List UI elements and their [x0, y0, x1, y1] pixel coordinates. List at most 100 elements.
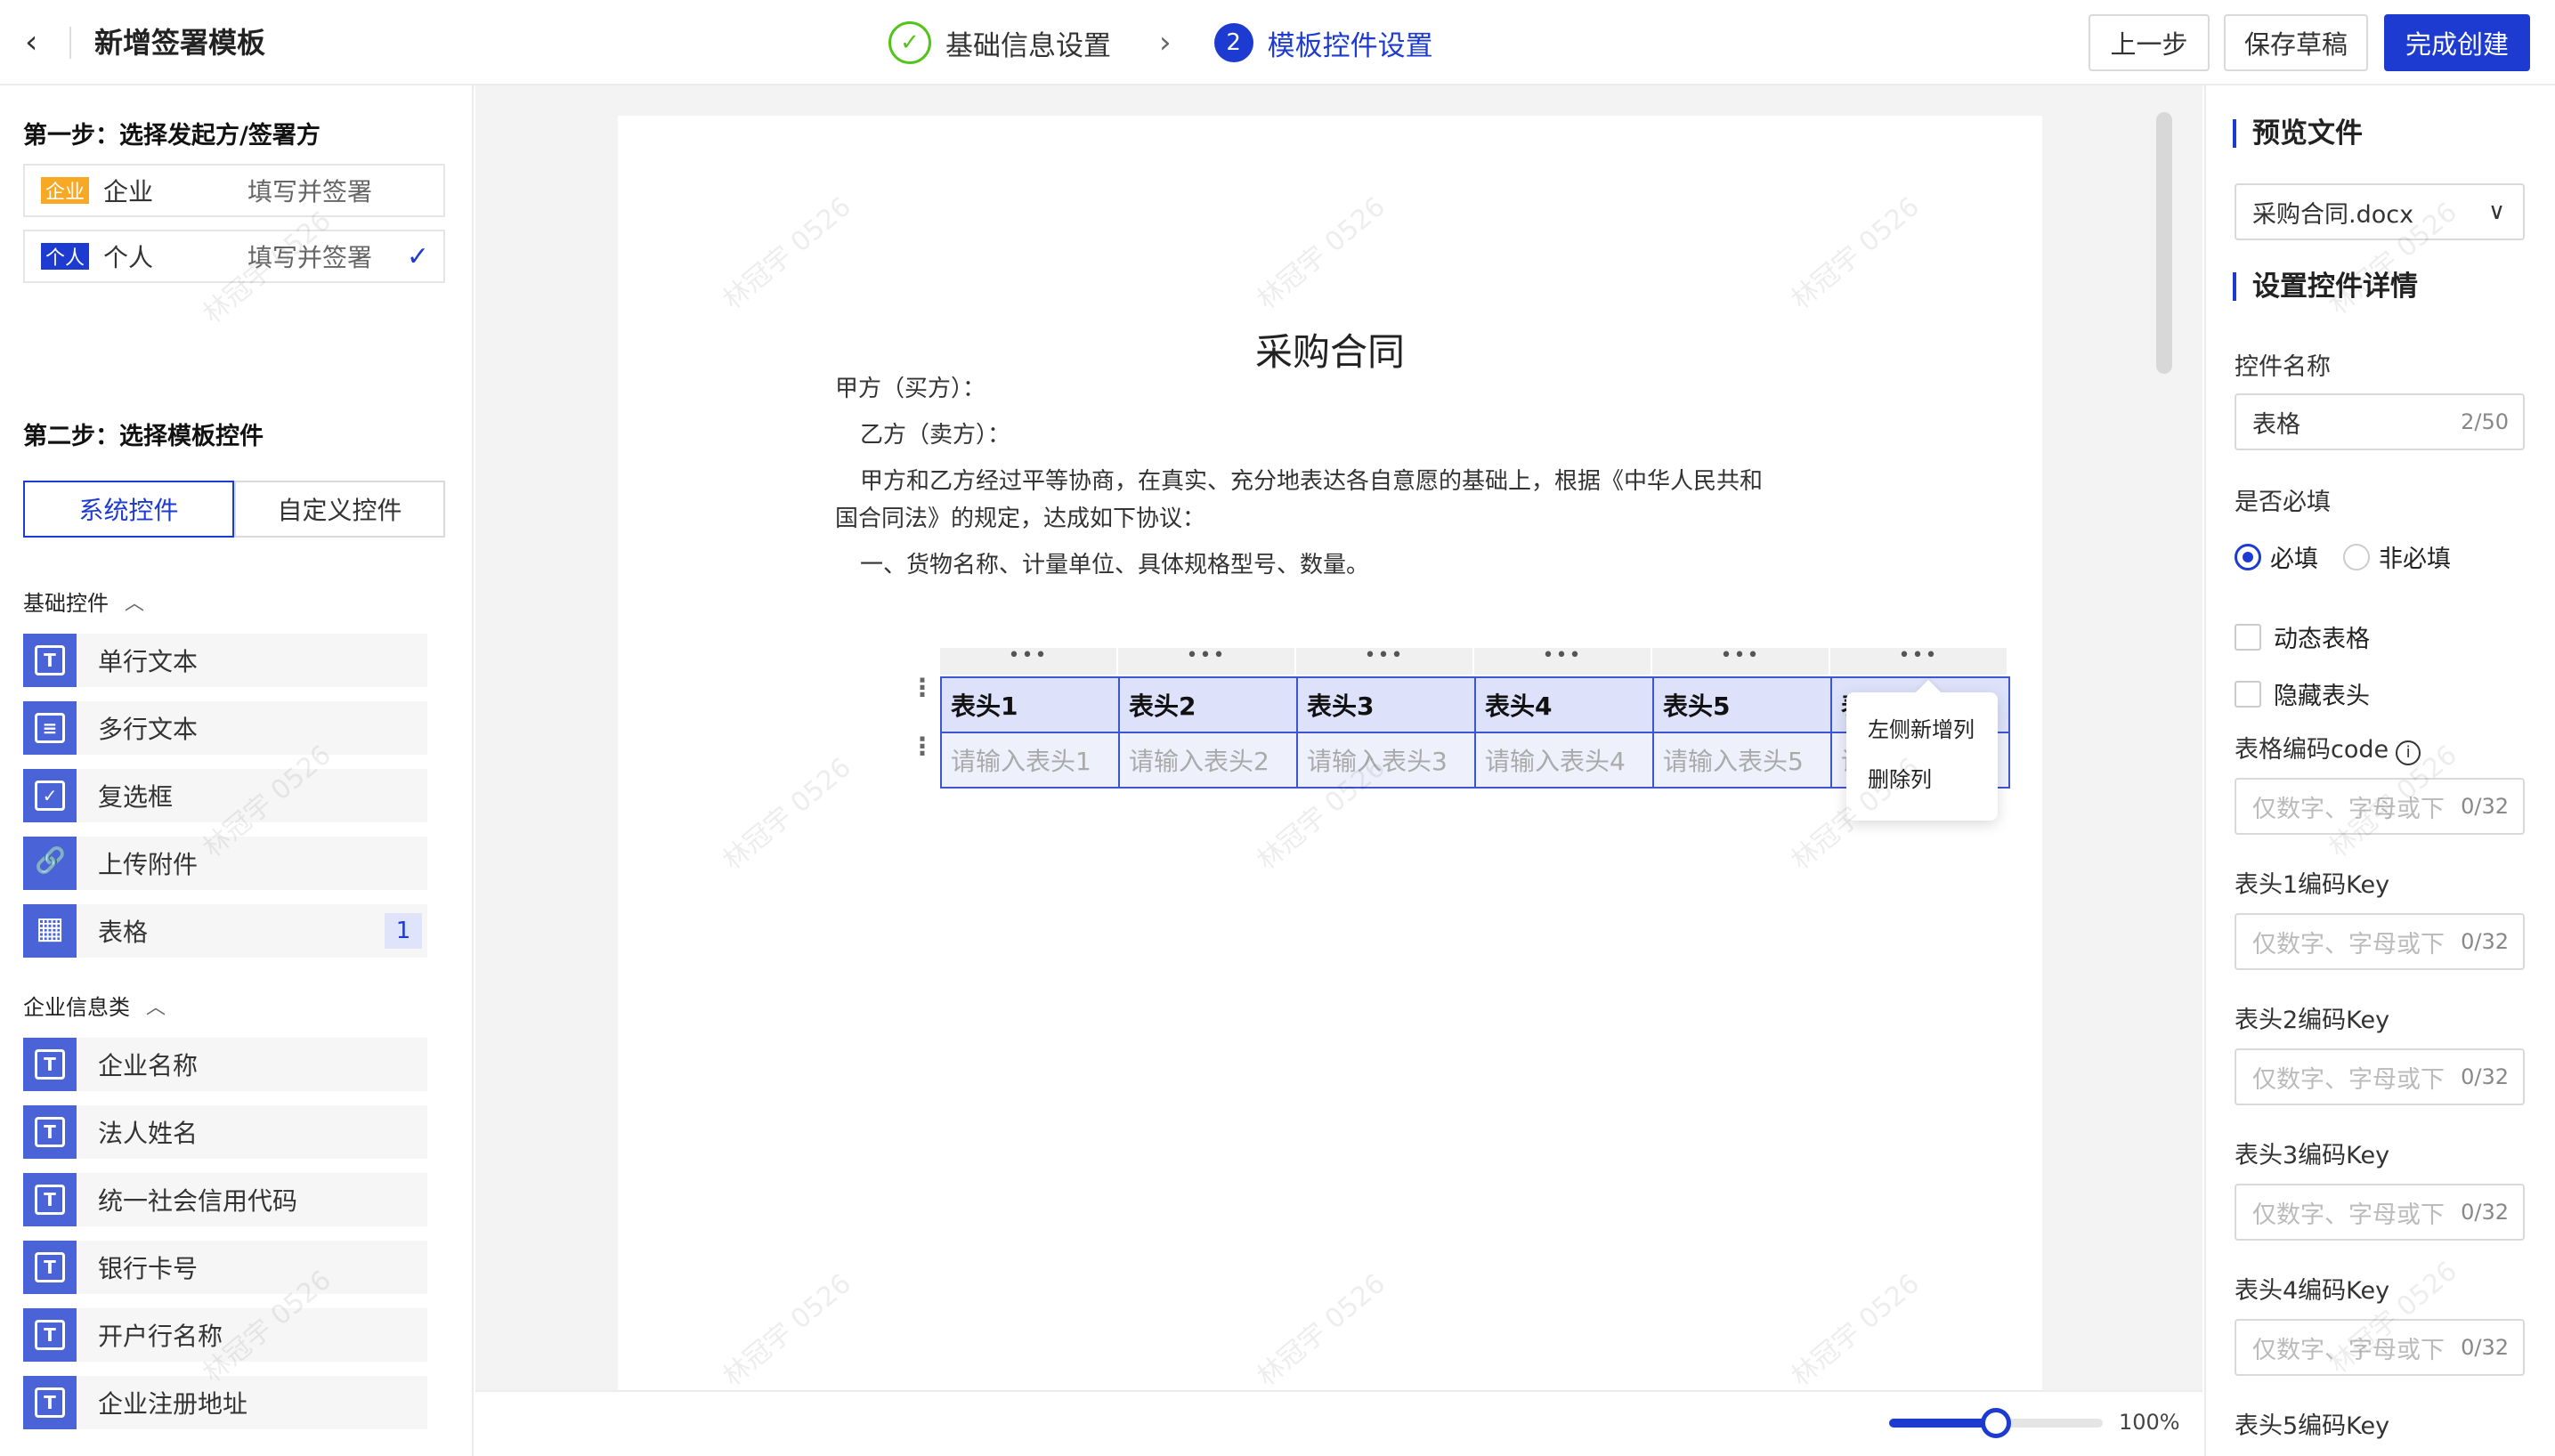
control-label: 单行文本 — [98, 647, 199, 676]
document-canvas: 采购合同 甲方（买方）： 乙方（卖方）： 甲方和乙方经过平等协商，在真实、充分地… — [475, 85, 2202, 1393]
control-item-table[interactable]: ▦ 表格 1 — [23, 904, 427, 958]
tab-custom-controls[interactable]: 自定义控件 — [234, 481, 445, 538]
enterprise-tag: 企业 — [41, 177, 89, 204]
header2-key-input[interactable]: 仅数字、字母或下 0/32 — [2235, 1048, 2525, 1105]
watermark: 林冠宇 0526 — [717, 751, 857, 877]
table-body-cell[interactable]: 请输入表头3 — [1296, 732, 1476, 789]
zoom-slider-handle[interactable] — [1981, 1408, 2011, 1438]
text-field-icon: T — [23, 1308, 77, 1362]
control-item-checkbox[interactable]: ✓ 复选框 — [23, 769, 427, 822]
step-1-label[interactable]: 基础信息设置 — [945, 23, 1111, 63]
header-divider — [69, 27, 71, 59]
row-handle-icon[interactable]: ⋮ — [910, 675, 935, 730]
column-handle-icon[interactable]: ••• — [1830, 646, 2007, 675]
radio-required[interactable] — [2235, 543, 2261, 570]
finish-create-button[interactable]: 完成创建 — [2384, 14, 2530, 71]
control-label: 统一社会信用代码 — [98, 1186, 298, 1216]
table-icon: ▦ — [23, 904, 77, 958]
control-item-bank-card[interactable]: T 银行卡号 — [23, 1241, 427, 1294]
control-item-bank-name[interactable]: T 开户行名称 — [23, 1308, 427, 1362]
table-code-input[interactable]: 仅数字、字母或下 0/32 — [2235, 778, 2525, 835]
table-header-cell[interactable]: 表头2 — [1118, 676, 1298, 733]
watermark: 林冠宇 0526 — [717, 1267, 857, 1393]
header4-key-input[interactable]: 仅数字、字母或下 0/32 — [2235, 1319, 2525, 1376]
column-handle-icon[interactable]: ••• — [1474, 646, 1651, 675]
table-header-cell[interactable]: 表头5 — [1652, 676, 1832, 733]
party-action: 填写并签署 — [247, 243, 373, 272]
step2-title: 第二步：选择模板控件 — [23, 423, 264, 450]
zoom-slider[interactable] — [1889, 1408, 2103, 1438]
control-detail-title: 设置控件详情 — [2233, 272, 2418, 301]
checkbox-label: 动态表格 — [2274, 626, 2370, 653]
tab-system-controls[interactable]: 系统控件 — [23, 481, 234, 538]
column-handle-icon[interactable]: ••• — [1118, 646, 1294, 675]
radio-optional[interactable] — [2343, 543, 2370, 570]
table-body-cell[interactable]: 请输入表头4 — [1474, 732, 1654, 789]
menu-item-insert-column-left[interactable]: 左侧新增列 — [1846, 705, 1998, 755]
usage-count-badge: 1 — [385, 913, 422, 949]
personal-tag: 个人 — [41, 243, 89, 270]
control-item-legal-person-name[interactable]: T 法人姓名 — [23, 1105, 427, 1159]
group-title: 企业信息类 — [23, 995, 130, 1020]
control-item-credit-code[interactable]: T 统一社会信用代码 — [23, 1173, 427, 1226]
control-item-single-line-text[interactable]: T 单行文本 — [23, 634, 427, 687]
vertical-scrollbar[interactable] — [2156, 112, 2172, 374]
control-label: 多行文本 — [98, 715, 199, 744]
control-item-multi-line-text[interactable]: ≡ 多行文本 — [23, 701, 427, 755]
table-body-cell[interactable]: 请输入表头5 — [1652, 732, 1832, 789]
watermark: 林冠宇 0526 — [1251, 190, 1391, 316]
column-handle-icon[interactable]: ••• — [1296, 646, 1472, 675]
link-icon: 🔗 — [23, 837, 77, 890]
file-select[interactable]: 采购合同.docx ∨ — [2235, 183, 2525, 240]
group-basic-controls[interactable]: 基础控件 ︿ — [23, 586, 144, 617]
input-placeholder: 仅数字、字母或下 — [2252, 795, 2445, 823]
control-label: 企业名称 — [98, 1051, 199, 1080]
zoom-bar: 100% — [475, 1390, 2202, 1456]
control-label: 法人姓名 — [98, 1119, 199, 1148]
table-header-cell[interactable]: 表头3 — [1296, 676, 1476, 733]
control-name-value: 表格 — [2252, 410, 2300, 439]
control-item-enterprise-name[interactable]: T 企业名称 — [23, 1038, 427, 1091]
text-field-icon: T — [23, 1241, 77, 1294]
column-handle-icon[interactable]: ••• — [1652, 646, 1829, 675]
document-title: 采购合同 — [1254, 330, 1405, 374]
back-chevron-left-icon[interactable]: ‹ — [25, 23, 61, 62]
required-label: 是否必填 — [2235, 489, 2331, 516]
row-handle-icon[interactable]: ⋮ — [910, 734, 935, 789]
control-label: 开户行名称 — [98, 1322, 223, 1351]
info-icon[interactable]: i — [2396, 740, 2421, 765]
header1-key-input[interactable]: 仅数字、字母或下 0/32 — [2235, 913, 2525, 970]
step-2-label[interactable]: 模板控件设置 — [1268, 23, 1433, 63]
chevron-up-icon: ︿ — [146, 996, 166, 1019]
input-placeholder: 仅数字、字母或下 — [2252, 1336, 2445, 1364]
control-name-input[interactable]: 表格 2/50 — [2235, 393, 2525, 450]
control-tabs: 系统控件 自定义控件 — [23, 481, 445, 538]
table-header-cell[interactable]: 表头1 — [940, 676, 1120, 733]
radio-label: 非必填 — [2379, 546, 2451, 573]
column-handle-icon[interactable]: ••• — [940, 646, 1116, 675]
party-personal[interactable]: 个人 个人 填写并签署 ✓ — [23, 230, 445, 283]
key-label: 表头4编码Key — [2235, 1277, 2390, 1305]
header3-key-input[interactable]: 仅数字、字母或下 0/32 — [2235, 1184, 2525, 1241]
chevron-up-icon: ︿ — [125, 592, 145, 615]
hide-header-checkbox[interactable]: 隐藏表头 — [2235, 676, 2370, 711]
table-body-cell[interactable]: 请输入表头1 — [940, 732, 1120, 789]
left-panel: 第一步：选择发起方/签署方 企业 企业 填写并签署 个人 个人 填写并签署 ✓ … — [0, 85, 474, 1456]
table-body-cell[interactable]: 请输入表头2 — [1118, 732, 1298, 789]
group-title: 基础控件 — [23, 591, 109, 616]
table-header-cell[interactable]: 表头4 — [1474, 676, 1654, 733]
save-draft-button[interactable]: 保存草稿 — [2224, 14, 2368, 71]
dynamic-table-checkbox[interactable]: 动态表格 — [2235, 619, 2370, 654]
doc-line: 甲方（买方）： — [835, 376, 986, 402]
control-item-registered-address[interactable]: T 企业注册地址 — [23, 1376, 427, 1429]
prev-step-button[interactable]: 上一步 — [2089, 14, 2210, 71]
zoom-level: 100% — [2119, 1410, 2180, 1435]
text-field-icon: T — [23, 634, 77, 687]
document-page: 采购合同 甲方（买方）： 乙方（卖方）： 甲方和乙方经过平等协商，在真实、充分地… — [618, 116, 2042, 1393]
control-item-upload-attachment[interactable]: 🔗 上传附件 — [23, 837, 427, 890]
radio-label: 必填 — [2270, 546, 2318, 573]
menu-item-delete-column[interactable]: 删除列 — [1846, 755, 1998, 805]
group-enterprise-info[interactable]: 企业信息类 ︿ — [23, 990, 166, 1021]
party-enterprise[interactable]: 企业 企业 填写并签署 — [23, 164, 445, 217]
right-panel: 预览文件 采购合同.docx ∨ 设置控件详情 控件名称 表格 2/50 是否必… — [2204, 85, 2555, 1456]
